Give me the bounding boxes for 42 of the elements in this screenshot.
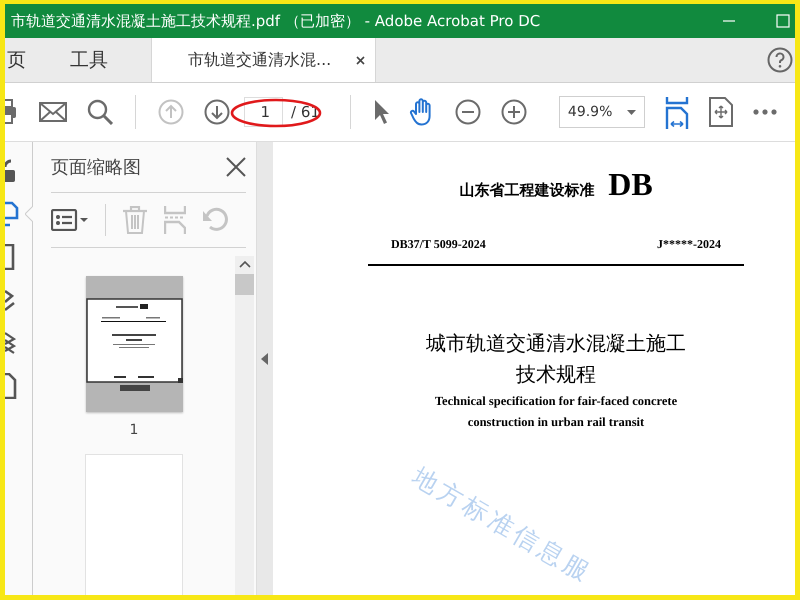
search-icon[interactable] — [87, 99, 113, 125]
maximize-icon[interactable] — [776, 14, 790, 28]
page-thumbnail-drawing[interactable] — [86, 276, 182, 412]
lock-icon[interactable] — [5, 159, 17, 183]
more-icon[interactable] — [752, 109, 777, 115]
document-icon[interactable] — [5, 373, 17, 399]
pages-icon[interactable] — [5, 201, 19, 227]
issuer-heading: 山东省工程建设标准 — [459, 181, 594, 200]
zoom-in-icon[interactable] — [500, 99, 527, 125]
document-title: 技术规程 — [516, 363, 596, 388]
close-icon[interactable] — [226, 157, 246, 177]
panel-title: 页面缩略图 — [51, 156, 141, 179]
page-number-label: 1 — [130, 422, 138, 438]
home-tab[interactable]: 页 — [5, 38, 41, 82]
tools-tab[interactable]: 工具 — [55, 38, 123, 82]
document-title: 城市轨道交通清水混凝土施工 — [426, 332, 686, 357]
fit-page-icon[interactable] — [708, 97, 733, 127]
page-thumbnail[interactable] — [85, 454, 183, 595]
zoom-dropdown[interactable]: 49.9% — [558, 96, 645, 128]
fit-width-icon[interactable] — [664, 97, 689, 129]
help-icon[interactable] — [767, 47, 793, 73]
window-title: 市轨道交通清水混凝土施工技术规程.pdf （已加密） - Adobe Acrobat Pro DC — [11, 12, 542, 30]
options-menu-icon[interactable] — [51, 209, 89, 231]
mail-icon[interactable] — [39, 102, 67, 122]
close-icon[interactable] — [356, 56, 365, 64]
stamp-text: 地方标准信息服 — [406, 462, 598, 590]
bookmark-icon[interactable] — [5, 244, 15, 270]
layers-icon[interactable] — [5, 331, 17, 355]
standard-code: DB — [608, 166, 653, 203]
english-title: Technical specification for fair-faced concrete — [434, 394, 678, 409]
english-title: construction in urban rail transit — [468, 415, 644, 430]
pen-icon[interactable] — [5, 288, 17, 312]
caret-icon — [626, 110, 636, 114]
scrollbar-thumb[interactable] — [235, 274, 254, 295]
standard-number: DB37/T 5099-2024 — [391, 237, 486, 252]
scroll-up-icon[interactable] — [238, 260, 250, 268]
cursor-arrow-icon[interactable] — [372, 99, 389, 125]
document-tab[interactable]: 市轨道交通清水混... — [151, 38, 376, 82]
record-number: J*****-2024 — [657, 237, 721, 252]
collapse-arrow-icon[interactable] — [260, 352, 268, 364]
zoom-out-icon[interactable] — [454, 99, 481, 125]
scrollbar[interactable] — [235, 256, 254, 595]
